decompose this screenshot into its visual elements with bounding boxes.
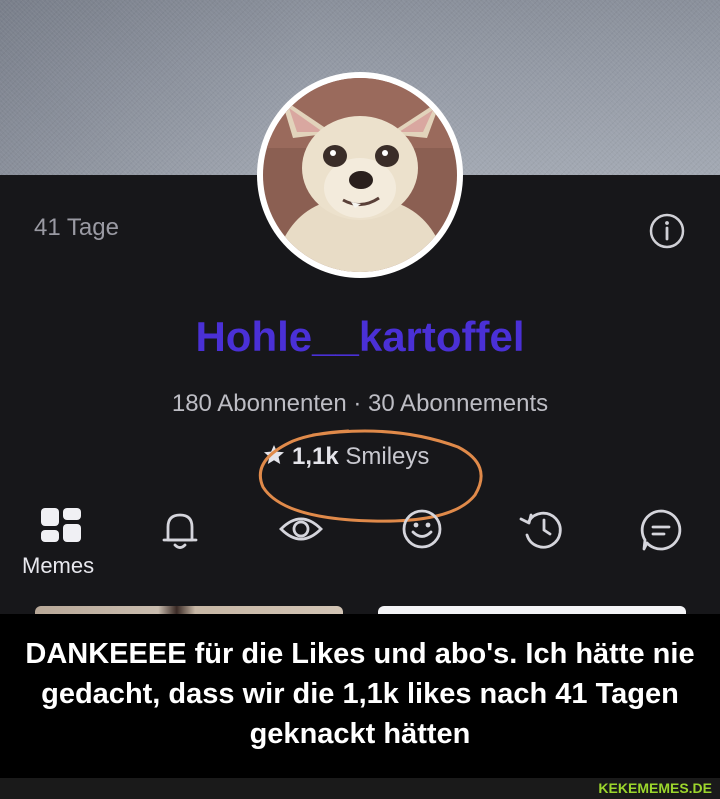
- tab-memes-label[interactable]: Memes: [22, 553, 94, 579]
- eye-icon[interactable]: [278, 509, 324, 549]
- chihuahua-photo: [263, 78, 457, 272]
- chat-icon[interactable]: [638, 507, 684, 553]
- history-icon[interactable]: [517, 507, 565, 551]
- follower-stats[interactable]: 180 Abonnenten · 30 Abonnements: [0, 390, 720, 418]
- smiley-icon[interactable]: [400, 507, 444, 551]
- bell-icon[interactable]: [158, 507, 202, 551]
- caption-text: DANKEEEE für die Likes und abo's. Ich hä…: [25, 638, 695, 750]
- avatar[interactable]: [263, 78, 457, 272]
- account-age-label: 41 Tage: [34, 214, 119, 241]
- grid-icon[interactable]: [40, 507, 82, 549]
- meme-thumbnail[interactable]: [378, 606, 686, 614]
- username: Hohle__kartoffel: [195, 313, 525, 360]
- meme-caption: DANKEEEE für die Likes und abo's. Ich hä…: [0, 614, 720, 778]
- meme-thumbnail[interactable]: [35, 606, 343, 614]
- info-icon[interactable]: [648, 212, 686, 250]
- watermark: KEKEMEMES.DE: [598, 780, 712, 796]
